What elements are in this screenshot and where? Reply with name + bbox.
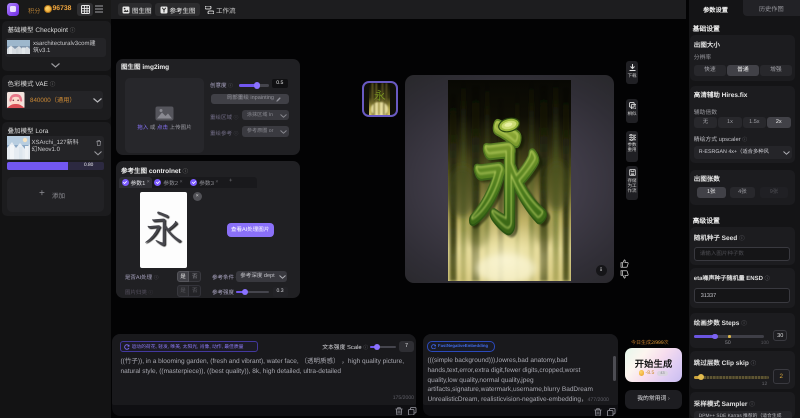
svg-text:永: 永 (374, 89, 386, 104)
